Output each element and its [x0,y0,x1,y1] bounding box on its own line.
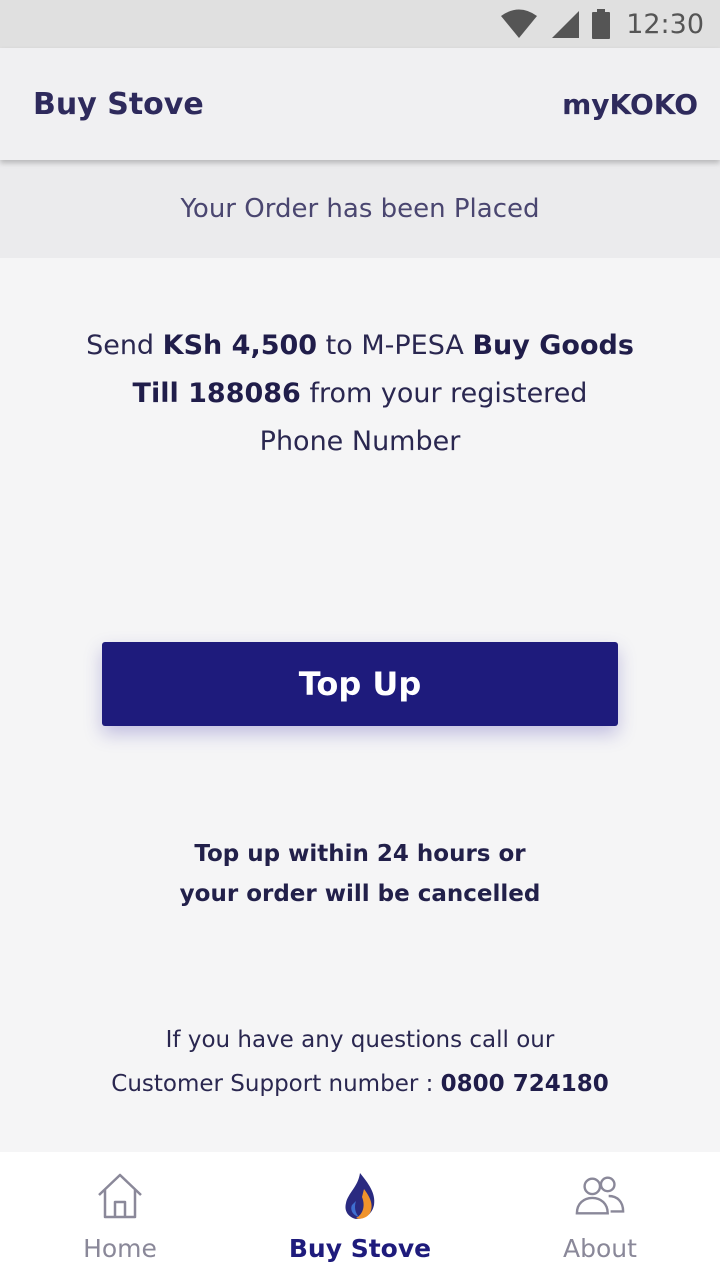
instruction-send: Send [86,330,155,361]
brand-logo: myKOKO [562,87,698,121]
payment-instructions: Send KSh 4,500 to M-PESA Buy Goods Till … [60,322,660,466]
instruction-phone: Phone Number [259,426,461,457]
bottom-navigation: Home Buy Stove About [0,1152,720,1280]
home-icon [94,1170,146,1222]
support-phone-number: 0800 724180 [440,1071,609,1097]
payment-amount: KSh 4,500 [162,330,318,361]
nav-label-home: Home [83,1234,157,1263]
wifi-icon [501,9,538,38]
top-up-warning: Top up within 24 hours or your order wil… [60,834,660,914]
till-number: Till 188086 [132,378,301,409]
signal-icon [552,11,580,38]
battery-icon [592,9,611,39]
instruction-from: from your registered [309,378,588,409]
support-label: Customer Support number : [111,1071,434,1097]
order-placed-banner: Your Order has been Placed [0,160,720,258]
warning-line-2: your order will be cancelled [179,881,541,907]
nav-item-home[interactable]: Home [0,1152,240,1280]
buy-goods-label: Buy Goods [472,330,634,361]
app-bar: Buy Stove myKOKO [0,48,720,160]
warning-line-1: Top up within 24 hours or [194,841,526,867]
status-bar: 12:30 [0,0,720,48]
nav-label-about: About [563,1234,637,1263]
nav-item-buy-stove[interactable]: Buy Stove [240,1152,480,1280]
people-icon [574,1170,626,1222]
top-up-button[interactable]: Top Up [102,642,618,726]
customer-support-info: If you have any questions call our Custo… [40,1018,680,1106]
status-time: 12:30 [626,8,704,40]
page-title: Buy Stove [33,86,204,122]
support-line-1: If you have any questions call our [165,1027,555,1053]
support-line-2: Customer Support number : 0800 724180 [40,1062,680,1106]
flame-icon [334,1170,386,1222]
nav-label-buy-stove: Buy Stove [288,1234,432,1263]
nav-item-about[interactable]: About [480,1152,720,1280]
instruction-to: to M-PESA [325,330,464,361]
screen: 12:30 Buy Stove myKOKO Your Order has be… [0,0,720,1280]
banner-text: Your Order has been Placed [180,194,540,224]
